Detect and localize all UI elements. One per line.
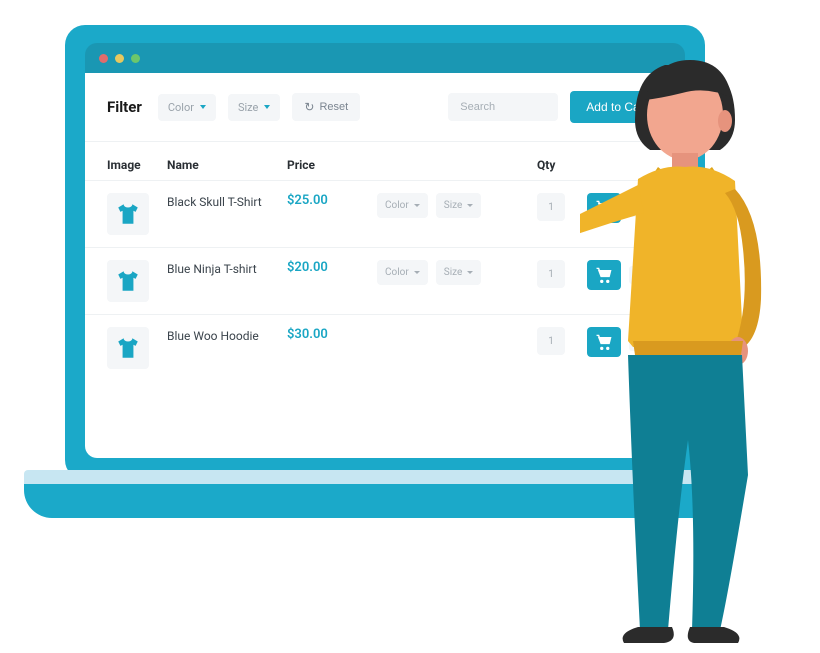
column-header-name: Name xyxy=(167,158,287,172)
chevron-down-icon xyxy=(467,204,473,207)
qty-input[interactable]: 1 xyxy=(537,260,565,288)
chevron-down-icon xyxy=(467,271,473,274)
row-color-label: Color xyxy=(385,200,409,211)
window-zoom-dot[interactable] xyxy=(131,54,140,63)
filter-size-label: Size xyxy=(238,101,258,114)
search-input[interactable] xyxy=(448,93,558,121)
product-name[interactable]: Black Skull T-Shirt xyxy=(167,193,287,211)
chevron-down-icon xyxy=(200,105,206,109)
chevron-down-icon xyxy=(264,105,270,109)
column-header-price: Price xyxy=(287,158,377,172)
qty-input[interactable]: 1 xyxy=(537,193,565,221)
person-illustration xyxy=(580,55,800,645)
reset-label: Reset xyxy=(319,101,348,113)
row-color-dropdown[interactable]: Color xyxy=(377,193,428,218)
chevron-down-icon xyxy=(414,204,420,207)
row-size-dropdown[interactable]: Size xyxy=(436,193,482,218)
filter-size-dropdown[interactable]: Size xyxy=(228,94,280,121)
product-name[interactable]: Blue Ninja T-shirt xyxy=(167,260,287,278)
reset-icon: ↻ xyxy=(304,100,314,114)
row-color-dropdown[interactable]: Color xyxy=(377,260,428,285)
product-thumbnail[interactable] xyxy=(107,260,149,302)
row-size-dropdown[interactable]: Size xyxy=(436,260,482,285)
product-price: $25.00 xyxy=(287,193,377,208)
row-color-label: Color xyxy=(385,267,409,278)
filter-color-dropdown[interactable]: Color xyxy=(158,94,216,121)
qty-input[interactable]: 1 xyxy=(537,327,565,355)
tshirt-icon xyxy=(115,268,141,294)
window-close-dot[interactable] xyxy=(99,54,108,63)
window-minimize-dot[interactable] xyxy=(115,54,124,63)
filter-label: Filter xyxy=(107,98,142,116)
product-name[interactable]: Blue Woo Hoodie xyxy=(167,327,287,345)
product-thumbnail[interactable] xyxy=(107,327,149,369)
chevron-down-icon xyxy=(414,271,420,274)
tshirt-icon xyxy=(115,201,141,227)
tshirt-icon xyxy=(115,335,141,361)
product-price: $20.00 xyxy=(287,260,377,275)
reset-button[interactable]: ↻ Reset xyxy=(292,93,360,121)
product-price: $30.00 xyxy=(287,327,377,342)
column-header-image: Image xyxy=(107,158,167,172)
row-size-label: Size xyxy=(444,267,463,278)
filter-color-label: Color xyxy=(168,101,194,114)
row-size-label: Size xyxy=(444,200,463,211)
product-thumbnail[interactable] xyxy=(107,193,149,235)
